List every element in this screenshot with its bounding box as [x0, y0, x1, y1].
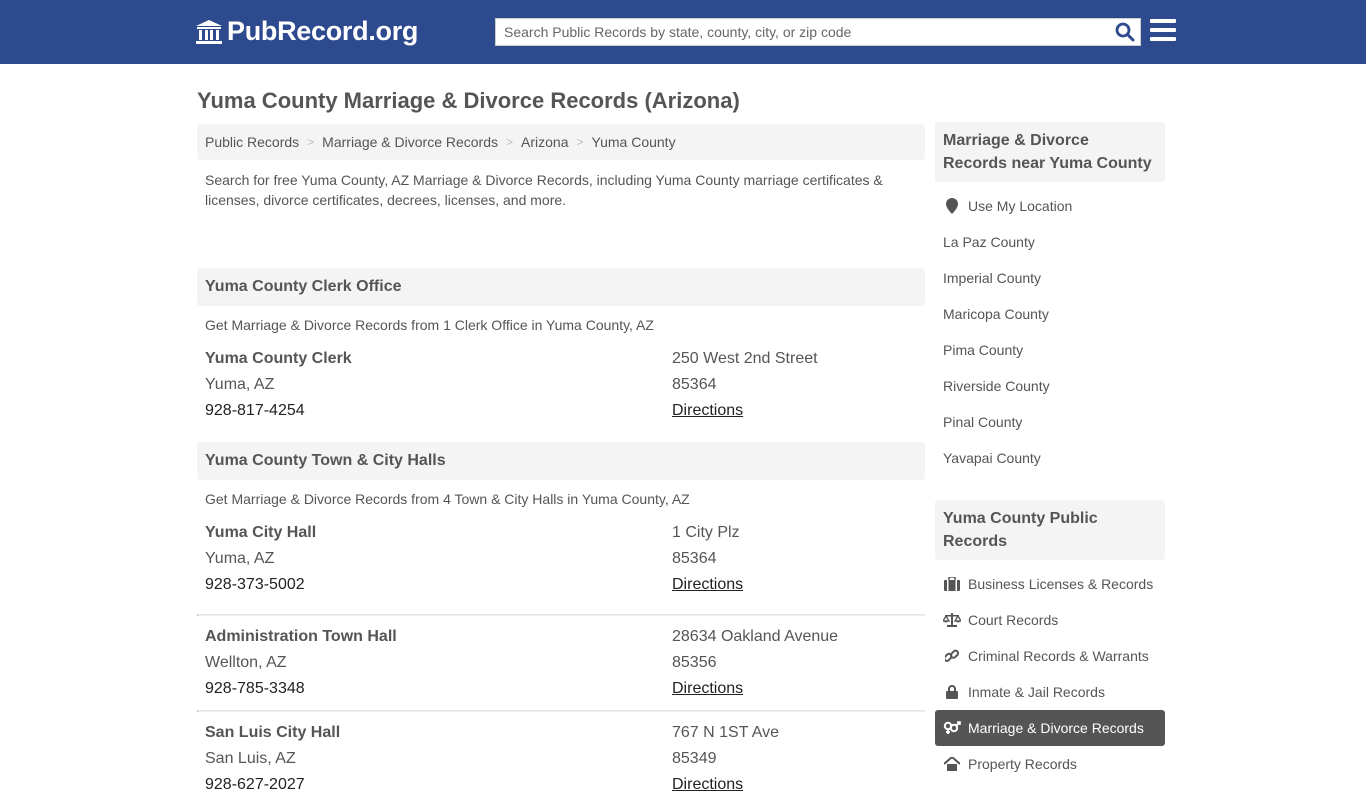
- nearby-county-link[interactable]: Riverside County: [935, 368, 1165, 404]
- sidebar-item-criminal[interactable]: Criminal Records & Warrants: [935, 638, 1165, 674]
- office-zip: 85364: [672, 376, 717, 393]
- office-city: Wellton, AZ: [205, 654, 287, 671]
- hamburger-menu-icon[interactable]: [1150, 19, 1176, 43]
- directions-link[interactable]: Directions: [672, 576, 743, 593]
- office-phone[interactable]: 928-627-2027: [205, 772, 672, 798]
- nearby-county-link[interactable]: Maricopa County: [935, 296, 1165, 332]
- office-address: 28634 Oakland Avenue: [672, 628, 839, 645]
- office-name: Administration Town Hall: [205, 628, 397, 645]
- office-zip: 85364: [672, 550, 717, 567]
- nearby-county-link[interactable]: Pima County: [935, 332, 1165, 368]
- search-icon: [1115, 22, 1135, 42]
- venus-mars-icon: [943, 721, 961, 735]
- lock-icon: [943, 685, 961, 699]
- office-phone[interactable]: 928-373-5002: [205, 572, 672, 598]
- sidebar-nearby: Marriage & Divorce Records near Yuma Cou…: [935, 122, 1165, 476]
- courthouse-icon: [196, 19, 222, 44]
- directions-link[interactable]: Directions: [672, 776, 743, 793]
- sidebar-item-label: Marriage & Divorce Records: [968, 720, 1144, 736]
- sidebar-item-label: Business Licenses & Records: [968, 576, 1154, 592]
- directions-link[interactable]: Directions: [672, 680, 743, 697]
- use-my-location-label: Use My Location: [968, 198, 1073, 214]
- intro-text: Search for free Yuma County, AZ Marriage…: [205, 172, 883, 208]
- office-zip: 85356: [672, 654, 717, 671]
- section-heading-clerk: Yuma County Clerk Office: [197, 268, 925, 306]
- breadcrumb-yuma-county[interactable]: Yuma County: [592, 134, 676, 150]
- nearby-county-link[interactable]: La Paz County: [935, 224, 1165, 260]
- link-icon: [943, 649, 961, 663]
- use-my-location-button[interactable]: Use My Location: [935, 188, 1165, 224]
- sidebar-item-business[interactable]: Business Licenses & Records: [935, 566, 1165, 602]
- search-input[interactable]: [496, 19, 1110, 45]
- public-records-list: Business Licenses & Records Court Record…: [935, 560, 1165, 782]
- office-entry: Yuma County Clerk Yuma, AZ 928-817-4254 …: [197, 346, 925, 442]
- sidebar-item-label: Property Records: [968, 756, 1077, 772]
- office-address: 250 West 2nd Street: [672, 350, 818, 367]
- scale-icon: [943, 613, 961, 627]
- breadcrumb: Public Records > Marriage & Divorce Reco…: [197, 124, 925, 160]
- office-city: San Luis, AZ: [205, 750, 296, 767]
- breadcrumb-separator: >: [307, 135, 315, 149]
- breadcrumb-separator: >: [506, 135, 514, 149]
- briefcase-icon: [943, 577, 961, 591]
- site-logo[interactable]: PubRecord.org: [195, 16, 418, 47]
- breadcrumb-arizona[interactable]: Arizona: [521, 134, 568, 150]
- office-address: 767 N 1ST Ave: [672, 724, 780, 741]
- office-name: Yuma County Clerk: [205, 350, 352, 367]
- nearby-county-link[interactable]: Yavapai County: [935, 440, 1165, 476]
- search-button[interactable]: [1110, 19, 1140, 45]
- home-icon: [943, 757, 961, 771]
- sidebar-public-records: Yuma County Public Records Business Lice…: [935, 500, 1165, 782]
- office-phone[interactable]: 928-785-3348: [205, 676, 672, 702]
- office-city: Yuma, AZ: [205, 550, 275, 567]
- nearby-county-list: Use My Location La Paz County Imperial C…: [935, 182, 1165, 476]
- sidebar-nearby-heading: Marriage & Divorce Records near Yuma Cou…: [935, 122, 1165, 182]
- search-bar: [495, 18, 1141, 46]
- sidebar-item-label: Court Records: [968, 612, 1059, 628]
- office-zip: 85349: [672, 750, 717, 767]
- breadcrumb-marriage-divorce[interactable]: Marriage & Divorce Records: [322, 134, 498, 150]
- office-entry: San Luis City Hall San Luis, AZ 928-627-…: [197, 712, 925, 806]
- main-content: Public Records > Marriage & Divorce Reco…: [197, 124, 925, 806]
- office-entry: Yuma City Hall Yuma, AZ 928-373-5002 1 C…: [197, 520, 925, 614]
- sidebar-item-court[interactable]: Court Records: [935, 602, 1165, 638]
- sidebar-item-property[interactable]: Property Records: [935, 746, 1165, 782]
- section-subtitle: Get Marriage & Divorce Records from 4 To…: [205, 491, 690, 507]
- sidebar-item-label: Criminal Records & Warrants: [968, 648, 1149, 664]
- section-heading-city-halls: Yuma County Town & City Halls: [197, 442, 925, 480]
- sidebar-item-marriage-divorce[interactable]: Marriage & Divorce Records: [935, 710, 1165, 746]
- sidebar-item-label: Inmate & Jail Records: [968, 684, 1105, 700]
- logo-text: PubRecord.org: [227, 16, 419, 46]
- top-navbar: PubRecord.org: [0, 0, 1366, 64]
- office-phone[interactable]: 928-817-4254: [205, 398, 672, 424]
- directions-link[interactable]: Directions: [672, 402, 743, 419]
- office-name: San Luis City Hall: [205, 724, 341, 741]
- nearby-county-link[interactable]: Imperial County: [935, 260, 1165, 296]
- office-city: Yuma, AZ: [205, 376, 275, 393]
- breadcrumb-separator: >: [576, 135, 584, 149]
- office-entry: Administration Town Hall Wellton, AZ 928…: [197, 616, 925, 710]
- breadcrumb-public-records[interactable]: Public Records: [205, 134, 299, 150]
- office-name: Yuma City Hall: [205, 524, 317, 541]
- section-subtitle: Get Marriage & Divorce Records from 1 Cl…: [205, 317, 654, 333]
- map-marker-icon: [943, 198, 961, 214]
- sidebar-public-heading: Yuma County Public Records: [935, 500, 1165, 560]
- nearby-county-link[interactable]: Pinal County: [935, 404, 1165, 440]
- sidebar-item-inmate[interactable]: Inmate & Jail Records: [935, 674, 1165, 710]
- page-title: Yuma County Marriage & Divorce Records (…: [197, 88, 740, 113]
- office-address: 1 City Plz: [672, 524, 740, 541]
